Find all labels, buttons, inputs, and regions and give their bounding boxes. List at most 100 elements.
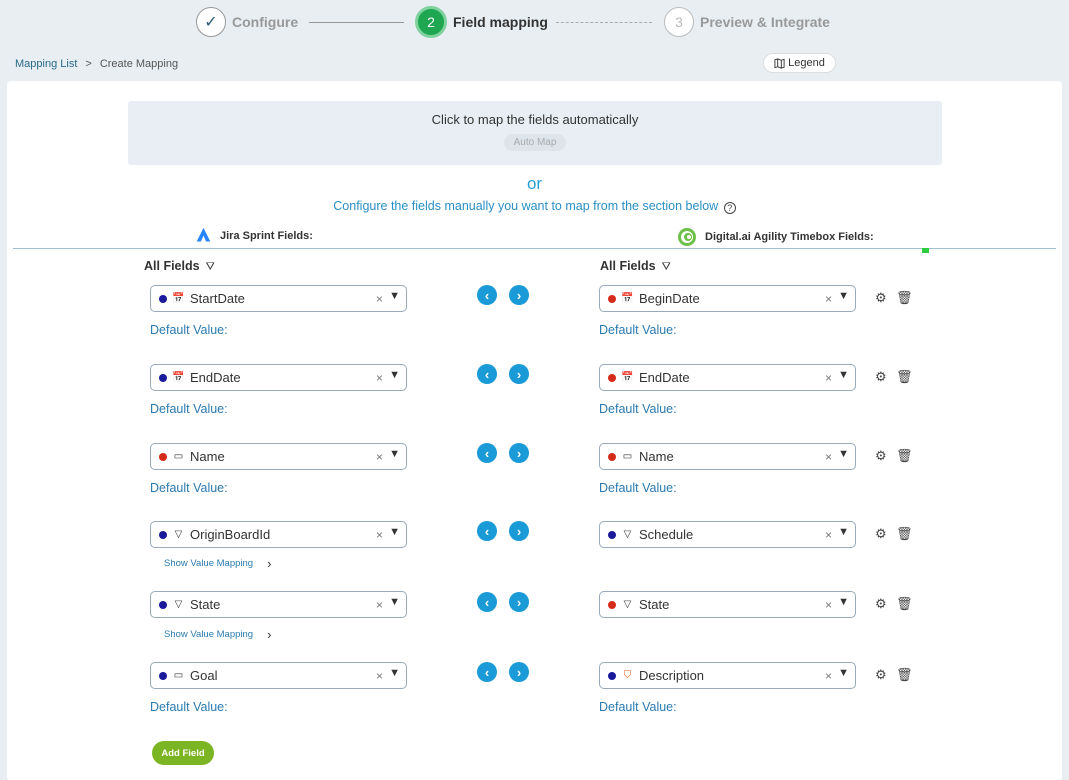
target-default-value[interactable]: Default Value: bbox=[599, 700, 677, 714]
trash-icon[interactable]: 🗑 bbox=[896, 596, 913, 612]
map-left-button[interactable]: ‹ bbox=[477, 521, 497, 541]
step-configure[interactable]: ✓ Configure bbox=[196, 7, 298, 37]
trash-icon[interactable]: 🗑 bbox=[896, 290, 913, 306]
gear-icon[interactable]: ⚙ bbox=[875, 448, 887, 464]
step-field-mapping[interactable]: 2 Field mapping bbox=[415, 6, 548, 38]
target-default-value[interactable]: Default Value: bbox=[599, 323, 677, 337]
source-default-value[interactable]: Default Value: bbox=[150, 402, 228, 416]
map-left-button[interactable]: ‹ bbox=[477, 443, 497, 463]
clear-icon[interactable]: × bbox=[825, 292, 832, 306]
add-field-button[interactable]: Add Field bbox=[152, 741, 214, 765]
map-left-button[interactable]: ‹ bbox=[477, 662, 497, 682]
chevron-down-icon[interactable]: ▼ bbox=[389, 526, 400, 538]
target-field-select[interactable]: ▽ State × ▼ bbox=[599, 591, 856, 618]
gear-icon[interactable]: ⚙ bbox=[875, 526, 887, 542]
required-field-dot bbox=[608, 294, 616, 303]
clear-icon[interactable]: × bbox=[376, 528, 383, 542]
clear-icon[interactable]: × bbox=[825, 528, 832, 542]
target-field-select[interactable]: ▭ Name × ▼ bbox=[599, 443, 856, 470]
target-field-select[interactable]: 📅 EndDate × ▼ bbox=[599, 364, 856, 391]
source-filter[interactable]: All Fields ⛛ bbox=[144, 259, 215, 274]
map-right-button[interactable]: › bbox=[509, 592, 529, 612]
mapping-panel: Click to map the fields automatically Au… bbox=[7, 81, 1062, 780]
chevron-down-icon[interactable]: ▼ bbox=[838, 596, 849, 608]
chevron-down-icon[interactable]: ▼ bbox=[838, 369, 849, 381]
trash-icon[interactable]: 🗑 bbox=[896, 526, 913, 542]
map-right-button[interactable]: › bbox=[509, 364, 529, 384]
clear-icon[interactable]: × bbox=[376, 669, 383, 683]
gear-icon[interactable]: ⚙ bbox=[875, 369, 887, 385]
source-field-select[interactable]: ▭ Name × ▼ bbox=[150, 443, 407, 470]
clear-icon[interactable]: × bbox=[376, 371, 383, 385]
dropdown-field-icon: ▽ bbox=[174, 529, 183, 540]
trash-icon[interactable]: 🗑 bbox=[896, 667, 913, 683]
source-field-select[interactable]: 📅 StartDate × ▼ bbox=[150, 285, 407, 312]
map-right-button[interactable]: › bbox=[509, 521, 529, 541]
target-field-select[interactable]: ▽ Schedule × ▼ bbox=[599, 521, 856, 548]
chevron-down-icon[interactable]: ▼ bbox=[838, 448, 849, 460]
target-default-value[interactable]: Default Value: bbox=[599, 481, 677, 495]
step-preview-label: Preview & Integrate bbox=[700, 14, 830, 30]
map-left-button[interactable]: ‹ bbox=[477, 285, 497, 305]
source-system-header: Jira Sprint Fields: bbox=[195, 227, 313, 244]
optional-field-dot bbox=[159, 530, 167, 539]
trash-icon[interactable]: 🗑 bbox=[896, 448, 913, 464]
clear-icon[interactable]: × bbox=[825, 371, 832, 385]
chevron-down-icon[interactable]: ▼ bbox=[838, 667, 849, 679]
clear-icon[interactable]: × bbox=[376, 450, 383, 464]
source-field-select[interactable]: ▽ OriginBoardId × ▼ bbox=[150, 521, 407, 548]
legend-button[interactable]: Legend bbox=[763, 53, 836, 73]
chevron-down-icon[interactable]: ▼ bbox=[389, 290, 400, 302]
chevron-down-icon[interactable]: ▼ bbox=[389, 448, 400, 460]
source-default-value[interactable]: Default Value: bbox=[150, 700, 228, 714]
map-right-button[interactable]: › bbox=[509, 285, 529, 305]
target-field-value: BeginDate bbox=[639, 291, 700, 306]
clear-icon[interactable]: × bbox=[376, 292, 383, 306]
auto-map-button[interactable]: Auto Map bbox=[503, 134, 567, 151]
chevron-down-icon[interactable]: ▼ bbox=[389, 667, 400, 679]
source-field-value: StartDate bbox=[190, 291, 245, 306]
chevron-down-icon[interactable]: ▼ bbox=[838, 526, 849, 538]
target-field-select[interactable]: ⛉ Description × ▼ bbox=[599, 662, 856, 689]
gear-icon[interactable]: ⚙ bbox=[875, 290, 887, 306]
target-field-select[interactable]: 📅 BeginDate × ▼ bbox=[599, 285, 856, 312]
clear-icon[interactable]: × bbox=[825, 669, 832, 683]
calendar-icon: 📅 bbox=[172, 293, 185, 304]
chevron-right-icon: › bbox=[516, 445, 522, 461]
step-connector bbox=[309, 22, 404, 23]
help-icon[interactable]: ? bbox=[723, 202, 736, 214]
map-right-button[interactable]: › bbox=[509, 662, 529, 682]
source-field-select[interactable]: ▽ State × ▼ bbox=[150, 591, 407, 618]
chevron-down-icon[interactable]: ▼ bbox=[838, 290, 849, 302]
filter-icon: ⛛ bbox=[661, 261, 671, 273]
chevron-right-icon: › bbox=[267, 556, 272, 571]
step-number: 2 bbox=[415, 6, 447, 38]
chevron-down-icon[interactable]: ▼ bbox=[389, 596, 400, 608]
target-default-value[interactable]: Default Value: bbox=[599, 402, 677, 416]
target-filter[interactable]: All Fields ⛛ bbox=[600, 259, 671, 274]
breadcrumb-mapping-list[interactable]: Mapping List bbox=[15, 58, 77, 70]
source-default-value[interactable]: Default Value: bbox=[150, 481, 228, 495]
step-preview[interactable]: 3 Preview & Integrate bbox=[664, 7, 830, 37]
clear-icon[interactable]: × bbox=[825, 450, 832, 464]
calendar-icon: 📅 bbox=[172, 372, 185, 383]
optional-field-dot bbox=[159, 373, 167, 382]
trash-icon[interactable]: 🗑 bbox=[896, 369, 913, 385]
optional-field-dot bbox=[159, 600, 167, 609]
map-left-button[interactable]: ‹ bbox=[477, 592, 497, 612]
source-default-value[interactable]: Default Value: bbox=[150, 323, 228, 337]
map-right-button[interactable]: › bbox=[509, 443, 529, 463]
map-left-button[interactable]: ‹ bbox=[477, 364, 497, 384]
source-field-select[interactable]: 📅 EndDate × ▼ bbox=[150, 364, 407, 391]
gear-icon[interactable]: ⚙ bbox=[875, 667, 887, 683]
gear-icon[interactable]: ⚙ bbox=[875, 596, 887, 612]
target-field-value: State bbox=[639, 597, 670, 612]
show-value-mapping-link[interactable]: Show Value Mapping › bbox=[164, 556, 271, 571]
clear-icon[interactable]: × bbox=[825, 598, 832, 612]
required-field-dot bbox=[608, 452, 616, 461]
clear-icon[interactable]: × bbox=[376, 598, 383, 612]
optional-field-dot bbox=[608, 530, 616, 539]
chevron-down-icon[interactable]: ▼ bbox=[389, 369, 400, 381]
source-field-select[interactable]: ▭ Goal × ▼ bbox=[150, 662, 407, 689]
show-value-mapping-link[interactable]: Show Value Mapping › bbox=[164, 627, 271, 642]
